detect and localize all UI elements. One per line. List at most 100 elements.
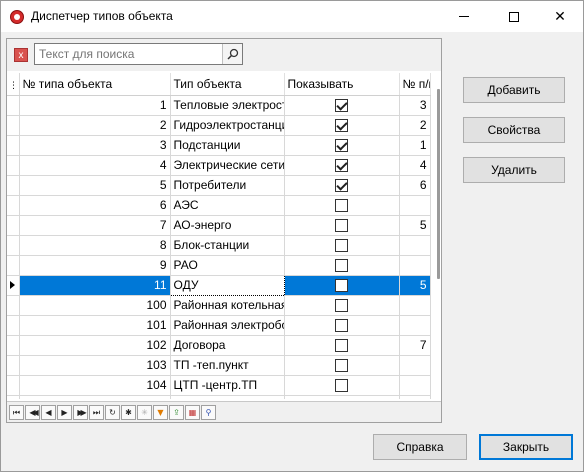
table-row[interactable]: 2 Гидроэлектростанции 2: [7, 115, 431, 136]
maximize-button[interactable]: [491, 1, 537, 32]
cell-order[interactable]: [399, 295, 431, 316]
cell-show[interactable]: [284, 235, 400, 256]
column-chooser-icon[interactable]: ⋮: [7, 80, 18, 90]
cell-type-name[interactable]: АО-энерго: [170, 215, 285, 236]
cell-type-name[interactable]: ТЭЦ - теплоэлектроцентраль: [170, 395, 285, 399]
last-button[interactable]: ⏭: [89, 404, 104, 420]
first-button[interactable]: ⏮: [9, 404, 24, 420]
cell-show[interactable]: [284, 175, 400, 196]
show-checkbox[interactable]: [335, 219, 348, 233]
cell-type-no[interactable]: 6: [19, 195, 171, 216]
row-indicator[interactable]: [7, 395, 20, 399]
table-row[interactable]: 104 ЦТП -центр.ТП: [7, 375, 431, 396]
clear-search-button[interactable]: x: [14, 48, 28, 62]
cell-type-no[interactable]: 8: [19, 235, 171, 256]
cell-type-name[interactable]: Гидроэлектростанции: [170, 115, 285, 136]
cell-type-name[interactable]: Районная котельная: [170, 295, 285, 316]
cell-type-name[interactable]: Договора: [170, 335, 285, 356]
cell-order[interactable]: [399, 195, 431, 216]
show-checkbox[interactable]: [335, 99, 348, 113]
cell-show[interactable]: [284, 315, 400, 336]
add-button[interactable]: Добавить: [463, 77, 565, 103]
help-button[interactable]: Справка: [373, 434, 467, 460]
cell-type-no[interactable]: 103: [19, 355, 171, 376]
cell-show[interactable]: [284, 215, 400, 236]
show-checkbox[interactable]: [335, 359, 348, 373]
column-header-type-name[interactable]: Тип объекта: [170, 73, 285, 96]
table-row[interactable]: 6 АЭС: [7, 195, 431, 216]
cell-type-name[interactable]: Электрические сети: [170, 155, 285, 176]
filter-button[interactable]: ▼: [153, 404, 168, 420]
properties-button[interactable]: Свойства: [463, 117, 565, 143]
export-button[interactable]: ⇪: [169, 404, 184, 420]
table-row[interactable]: 105ТЭЦ - теплоэлектроцентраль: [7, 395, 431, 399]
cell-show[interactable]: [284, 275, 400, 296]
next-button[interactable]: ▶: [57, 404, 72, 420]
insert-button[interactable]: ✱: [121, 404, 136, 420]
cell-type-no[interactable]: 105: [19, 395, 171, 399]
cell-type-no[interactable]: 9: [19, 255, 171, 276]
grid-button[interactable]: ▦: [185, 404, 200, 420]
table-row[interactable]: 9 РАО: [7, 255, 431, 276]
cell-order[interactable]: [399, 375, 431, 396]
next-page-button[interactable]: ▶▶: [73, 404, 88, 420]
cell-type-no[interactable]: 102: [19, 335, 171, 356]
cell-order[interactable]: 7: [399, 335, 431, 356]
cell-order[interactable]: 1: [399, 135, 431, 156]
cell-type-name[interactable]: ТП -теп.пункт: [170, 355, 285, 376]
show-checkbox[interactable]: [335, 139, 348, 153]
cell-type-no[interactable]: 104: [19, 375, 171, 396]
cell-order[interactable]: [399, 255, 431, 276]
cell-type-no[interactable]: 101: [19, 315, 171, 336]
cell-show[interactable]: [284, 155, 400, 176]
cell-type-no[interactable]: 100: [19, 295, 171, 316]
delete-button[interactable]: ✳: [137, 404, 152, 420]
cell-type-name[interactable]: Потребители: [170, 175, 285, 196]
cell-show[interactable]: [284, 255, 400, 276]
cell-type-no[interactable]: 2: [19, 115, 171, 136]
table-row[interactable]: 3 Подстанции 1: [7, 135, 431, 156]
show-checkbox[interactable]: [335, 259, 348, 273]
show-checkbox[interactable]: [335, 199, 348, 213]
cell-show[interactable]: [284, 195, 400, 216]
table-row[interactable]: 102 Договора 7: [7, 335, 431, 356]
cell-order[interactable]: [399, 355, 431, 376]
cell-order[interactable]: [399, 235, 431, 256]
table-row[interactable]: 8 Блок-станции: [7, 235, 431, 256]
cell-type-no[interactable]: 11: [19, 275, 171, 296]
cell-type-no[interactable]: 3: [19, 135, 171, 156]
show-checkbox[interactable]: [335, 119, 348, 133]
cell-type-name[interactable]: ЦТП -центр.ТП: [170, 375, 285, 396]
cell-show[interactable]: [284, 335, 400, 356]
minimize-button[interactable]: [441, 1, 487, 32]
row-indicator[interactable]: [7, 295, 20, 316]
cell-show[interactable]: [284, 355, 400, 376]
vertical-scrollbar[interactable]: [435, 73, 441, 323]
cell-show[interactable]: [284, 95, 400, 116]
show-checkbox[interactable]: [335, 279, 348, 293]
row-indicator[interactable]: [7, 355, 20, 376]
row-indicator[interactable]: [7, 235, 20, 256]
cell-order[interactable]: 5: [399, 275, 431, 296]
row-indicator[interactable]: [7, 95, 20, 116]
table-row[interactable]: 100 Районная котельная: [7, 295, 431, 316]
cell-show[interactable]: [284, 295, 400, 316]
cell-order[interactable]: 6: [399, 175, 431, 196]
column-header-order[interactable]: № п/п: [399, 73, 431, 96]
cell-type-no[interactable]: 4: [19, 155, 171, 176]
column-header-show[interactable]: Показывать: [284, 73, 400, 96]
refresh-button[interactable]: ↻: [105, 404, 120, 420]
find-button[interactable]: ⚲: [201, 404, 216, 420]
cell-type-no[interactable]: 1: [19, 95, 171, 116]
cell-order[interactable]: 4: [399, 155, 431, 176]
scrollbar-thumb[interactable]: [437, 89, 440, 279]
table-row[interactable]: 11 ОДУ 5: [7, 274, 431, 296]
row-indicator[interactable]: [7, 175, 20, 196]
cell-order[interactable]: 2: [399, 115, 431, 136]
show-checkbox[interactable]: [335, 299, 348, 313]
row-indicator[interactable]: [7, 215, 20, 236]
show-checkbox[interactable]: [335, 339, 348, 353]
cell-type-name[interactable]: РАО: [170, 255, 285, 276]
table-row[interactable]: 1Тепловые электростанции 3: [7, 95, 431, 116]
title-bar[interactable]: Диспетчер типов объекта ✕: [1, 1, 583, 32]
